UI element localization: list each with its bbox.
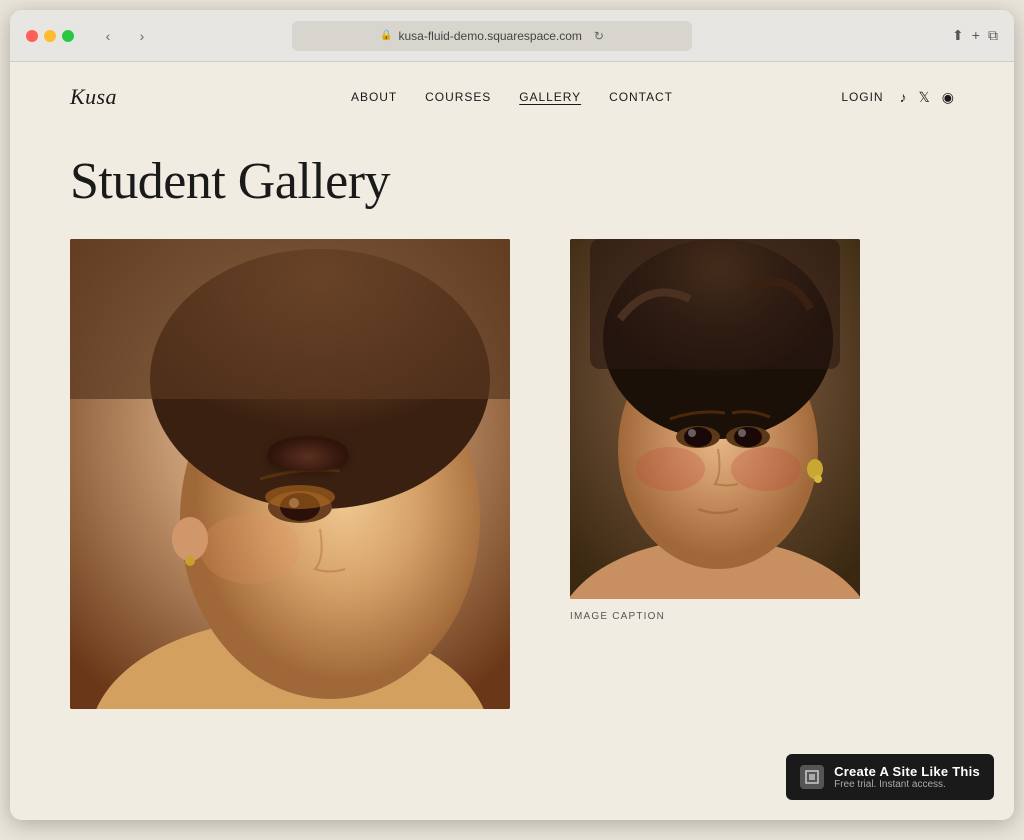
browser-window: ‹ › 🔒 kusa-fluid-demo.squarespace.com ↻ … (10, 10, 1014, 820)
back-button[interactable]: ‹ (94, 26, 122, 46)
squarespace-icon (800, 765, 824, 789)
nav-courses[interactable]: COURSES (425, 90, 491, 104)
badge-title: Create A Site Like This (834, 764, 980, 779)
browser-actions: ⬆ + ⧉ (952, 27, 998, 44)
instagram-icon[interactable]: ◉ (942, 89, 954, 106)
maximize-button[interactable] (62, 30, 74, 42)
nav-about[interactable]: ABOUT (351, 90, 397, 104)
close-button[interactable] (26, 30, 38, 42)
badge-subtitle: Free trial. Instant access. (834, 779, 980, 790)
gallery-right-column: IMAGE CAPTION (570, 239, 954, 622)
photo-svg-right (570, 239, 860, 599)
squarespace-badge[interactable]: Create A Site Like This Free trial. Inst… (786, 754, 994, 800)
badge-text: Create A Site Like This Free trial. Inst… (834, 764, 980, 790)
url-text: kusa-fluid-demo.squarespace.com (399, 29, 582, 43)
website-content: Kusa ABOUT COURSES GALLERY CONTACT LOGIN… (10, 62, 1014, 820)
lock-icon: 🔒 (380, 30, 392, 41)
nav-gallery[interactable]: GALLERY (519, 90, 581, 104)
browser-toolbar: ‹ › 🔒 kusa-fluid-demo.squarespace.com ↻ … (10, 10, 1014, 62)
refresh-icon[interactable]: ↻ (594, 29, 604, 43)
main-nav: Kusa ABOUT COURSES GALLERY CONTACT LOGIN… (10, 62, 1014, 132)
photo-svg-left (70, 239, 510, 709)
image-caption: IMAGE CAPTION (570, 611, 954, 622)
forward-button[interactable]: › (128, 26, 156, 46)
new-tab-icon[interactable]: + (972, 27, 980, 44)
social-icons: ♪ 𝕏 ◉ (900, 89, 955, 106)
site-logo[interactable]: Kusa (70, 84, 117, 110)
twitter-icon[interactable]: 𝕏 (919, 89, 930, 106)
nav-links: ABOUT COURSES GALLERY CONTACT (351, 90, 673, 104)
address-bar[interactable]: 🔒 kusa-fluid-demo.squarespace.com ↻ (292, 21, 692, 51)
browser-nav-controls: ‹ › (94, 26, 156, 46)
gallery-image-right[interactable] (570, 239, 860, 599)
share-icon[interactable]: ⬆ (952, 27, 964, 44)
page-title: Student Gallery (70, 152, 954, 211)
nav-right: LOGIN ♪ 𝕏 ◉ (841, 89, 954, 106)
nav-contact[interactable]: CONTACT (609, 90, 673, 104)
minimize-button[interactable] (44, 30, 56, 42)
gallery-grid: IMAGE CAPTION (70, 239, 954, 709)
tabs-icon[interactable]: ⧉ (988, 27, 998, 44)
gallery-image-left[interactable] (70, 239, 510, 709)
main-content: Student Gallery (10, 132, 1014, 709)
traffic-lights (26, 30, 74, 42)
tiktok-icon[interactable]: ♪ (900, 89, 907, 105)
photo-face-left (70, 239, 510, 709)
login-button[interactable]: LOGIN (841, 90, 883, 104)
